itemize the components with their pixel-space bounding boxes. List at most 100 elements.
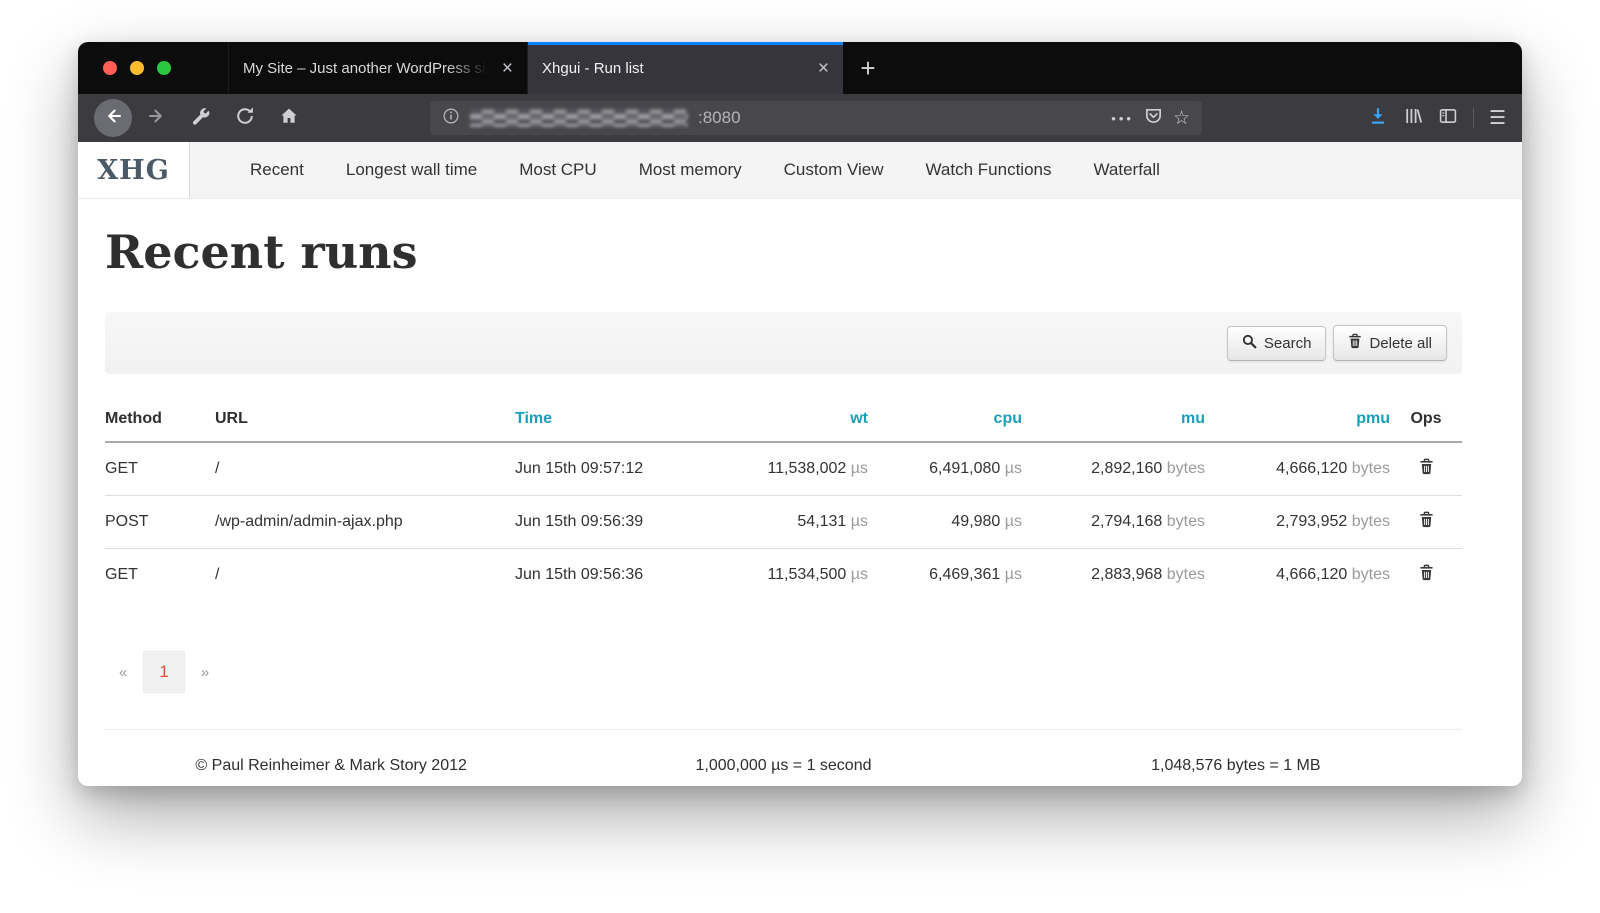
pocket-icon[interactable] [1144,106,1163,130]
run-method[interactable]: GET [105,442,215,496]
forward-button[interactable] [142,103,172,133]
hamburger-menu-icon[interactable]: ☰ [1489,107,1506,130]
nav-item-most-cpu[interactable]: Most CPU [519,160,596,180]
col-header-url: URL [215,398,515,442]
search-icon [1242,334,1257,353]
unit-label: bytes [1352,460,1390,477]
developer-tools-button[interactable] [186,103,216,133]
page-title: Recent runs [105,225,1462,279]
unit-label: bytes [1352,513,1390,530]
toolbar-separator [1473,108,1474,128]
xhgui-navbar: XHG Recent Longest wall time Most CPU Mo… [78,142,1522,199]
runs-table: Method URL Time wt cpu mu pmu Ops GET / [105,398,1462,601]
reload-button[interactable] [230,103,260,133]
page-footer: © Paul Reinheimer & Mark Story 2012 1,00… [105,730,1462,775]
col-header-mu[interactable]: mu [1022,398,1205,442]
pagination-prev-button[interactable]: « [119,664,127,681]
trash-icon [1419,516,1434,531]
col-header-pmu[interactable]: pmu [1205,398,1390,442]
navbar-links: Recent Longest wall time Most CPU Most m… [190,142,1160,198]
run-url-link[interactable]: / [215,442,515,496]
col-header-cpu[interactable]: cpu [868,398,1022,442]
run-method[interactable]: GET [105,549,215,602]
close-icon[interactable]: × [502,59,513,78]
xhgui-logo[interactable]: XHG [78,142,190,198]
site-info-icon[interactable] [442,107,460,130]
run-mu: 2,883,968 bytes [1022,549,1205,602]
nav-item-custom-view[interactable]: Custom View [784,160,884,180]
col-header-wt[interactable]: wt [705,398,868,442]
unit-label: bytes [1167,460,1205,477]
nav-item-most-memory[interactable]: Most memory [639,160,742,180]
table-row: GET / Jun 15th 09:56:36 11,534,500 µs 6,… [105,549,1462,602]
home-icon [279,106,299,131]
run-time-link[interactable]: Jun 15th 09:57:12 [515,442,705,496]
main-container: Recent runs Search Delete all [78,225,1522,775]
unit-label: µs [1005,566,1022,583]
run-url-link[interactable]: / [215,549,515,602]
run-url-link[interactable]: /wp-admin/admin-ajax.php [215,496,515,549]
unit-label: µs [1005,460,1022,477]
nav-item-waterfall[interactable]: Waterfall [1093,160,1159,180]
run-pmu: 4,666,120 bytes [1205,549,1390,602]
unit-label: bytes [1352,566,1390,583]
pagination-next-button[interactable]: » [201,664,209,681]
navigation-toolbar: :8080 ••• ☆ ☰ [78,94,1522,142]
back-button[interactable] [94,99,132,137]
delete-all-button[interactable]: Delete all [1333,325,1447,361]
browser-window: My Site – Just another WordPress site × … [78,42,1522,786]
run-wt: 11,538,002 µs [705,442,868,496]
url-bar[interactable]: :8080 ••• ☆ [430,101,1202,135]
delete-run-button[interactable] [1419,564,1434,581]
run-ops [1390,442,1462,496]
run-method[interactable]: POST [105,496,215,549]
tab-my-site[interactable]: My Site – Just another WordPress site × [228,42,528,94]
run-cpu: 49,980 µs [868,496,1022,549]
actions-well: Search Delete all [105,312,1462,374]
wrench-icon [191,106,211,131]
page-actions-icon[interactable]: ••• [1111,111,1134,126]
downloads-icon[interactable] [1368,106,1388,131]
run-ops [1390,496,1462,549]
nav-item-recent[interactable]: Recent [250,160,304,180]
delete-run-button[interactable] [1419,458,1434,475]
nav-item-longest-wall-time[interactable]: Longest wall time [346,160,477,180]
back-arrow-icon [103,106,123,131]
col-header-method: Method [105,398,215,442]
url-port-text: :8080 [698,108,741,128]
run-pmu: 4,666,120 bytes [1205,442,1390,496]
table-header-row: Method URL Time wt cpu mu pmu Ops [105,398,1462,442]
tab-title: Xhgui - Run list [542,60,808,77]
trash-icon [1348,333,1362,353]
pagination-current-page[interactable]: 1 [143,651,184,693]
reload-icon [235,106,255,131]
run-time-link[interactable]: Jun 15th 09:56:39 [515,496,705,549]
unit-label: µs [1005,513,1022,530]
search-button[interactable]: Search [1227,326,1327,361]
table-row: GET / Jun 15th 09:57:12 11,538,002 µs 6,… [105,442,1462,496]
delete-all-button-label: Delete all [1369,335,1432,352]
close-window-button[interactable] [103,61,117,75]
run-time-link[interactable]: Jun 15th 09:56:36 [515,549,705,602]
library-icon[interactable] [1403,106,1423,131]
toolbar-right-icons: ☰ [1368,106,1506,131]
tab-xhgui-run-list[interactable]: Xhgui - Run list × [528,42,843,94]
sidebar-toggle-icon[interactable] [1438,106,1458,131]
run-mu: 2,794,168 bytes [1022,496,1205,549]
table-row: POST /wp-admin/admin-ajax.php Jun 15th 0… [105,496,1462,549]
delete-run-button[interactable] [1419,511,1434,528]
page-content: XHG Recent Longest wall time Most CPU Mo… [78,142,1522,786]
minimize-window-button[interactable] [130,61,144,75]
nav-item-watch-functions[interactable]: Watch Functions [926,160,1052,180]
run-ops [1390,549,1462,602]
trash-icon [1419,463,1434,478]
footer-time-legend: 1,000,000 µs = 1 second [557,757,1009,775]
new-tab-button[interactable]: + [843,42,893,94]
fullscreen-window-button[interactable] [157,61,171,75]
forward-arrow-icon [147,106,167,131]
close-icon[interactable]: × [818,59,829,78]
tab-title: My Site – Just another WordPress site [243,60,492,77]
home-button[interactable] [274,103,304,133]
col-header-time[interactable]: Time [515,398,705,442]
bookmark-star-icon[interactable]: ☆ [1173,107,1190,130]
